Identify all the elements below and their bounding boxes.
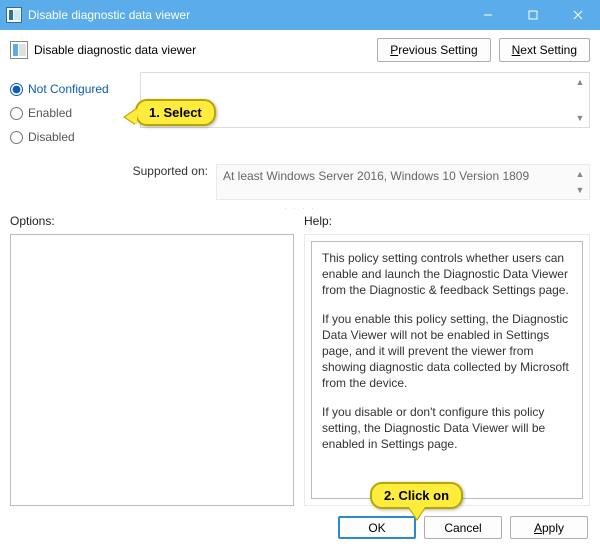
cancel-button[interactable]: Cancel (424, 516, 502, 539)
radio-disabled[interactable]: Disabled (10, 130, 140, 144)
policy-icon (10, 41, 28, 59)
scroll-up-icon[interactable]: ▲ (573, 167, 587, 181)
splitter[interactable]: · · · · (10, 204, 590, 210)
help-paragraph-3: If you disable or don't configure this p… (322, 404, 572, 453)
options-label: Options: (10, 214, 304, 228)
window-title: Disable diagnostic data viewer (28, 8, 465, 22)
minimize-button[interactable] (465, 0, 510, 30)
help-label: Help: (304, 214, 590, 228)
annotation-click-on: 2. Click on (370, 482, 463, 509)
radio-disabled-label: Disabled (28, 130, 75, 144)
supported-on-text: At least Windows Server 2016, Windows 10… (223, 169, 529, 183)
ok-button[interactable]: OK (338, 516, 416, 539)
options-panel (10, 234, 294, 506)
supported-on-label: Supported on: (10, 164, 216, 200)
app-icon (6, 7, 22, 23)
radio-not-configured-input[interactable] (10, 83, 23, 96)
help-paragraph-1: This policy setting controls whether use… (322, 250, 572, 299)
radio-not-configured[interactable]: Not Configured (10, 82, 140, 96)
radio-enabled[interactable]: Enabled (10, 106, 140, 120)
close-button[interactable] (555, 0, 600, 30)
next-setting-button[interactable]: Next Setting (499, 38, 590, 62)
radio-enabled-input[interactable] (10, 107, 23, 120)
scroll-down-icon[interactable]: ▼ (573, 183, 587, 197)
apply-button[interactable]: Apply (510, 516, 588, 539)
supported-on-value: At least Windows Server 2016, Windows 10… (216, 164, 590, 200)
annotation-select: 1. Select (135, 99, 216, 126)
scroll-down-icon[interactable]: ▼ (573, 111, 587, 125)
policy-title: Disable diagnostic data viewer (34, 43, 369, 57)
radio-enabled-label: Enabled (28, 106, 72, 120)
help-panel: This policy setting controls whether use… (311, 241, 583, 499)
previous-setting-button[interactable]: Previous Setting (377, 38, 490, 62)
radio-not-configured-label: Not Configured (28, 82, 109, 96)
titlebar: Disable diagnostic data viewer (0, 0, 600, 30)
help-paragraph-2: If you enable this policy setting, the D… (322, 311, 572, 392)
scroll-up-icon[interactable]: ▲ (573, 75, 587, 89)
radio-disabled-input[interactable] (10, 131, 23, 144)
maximize-button[interactable] (510, 0, 555, 30)
